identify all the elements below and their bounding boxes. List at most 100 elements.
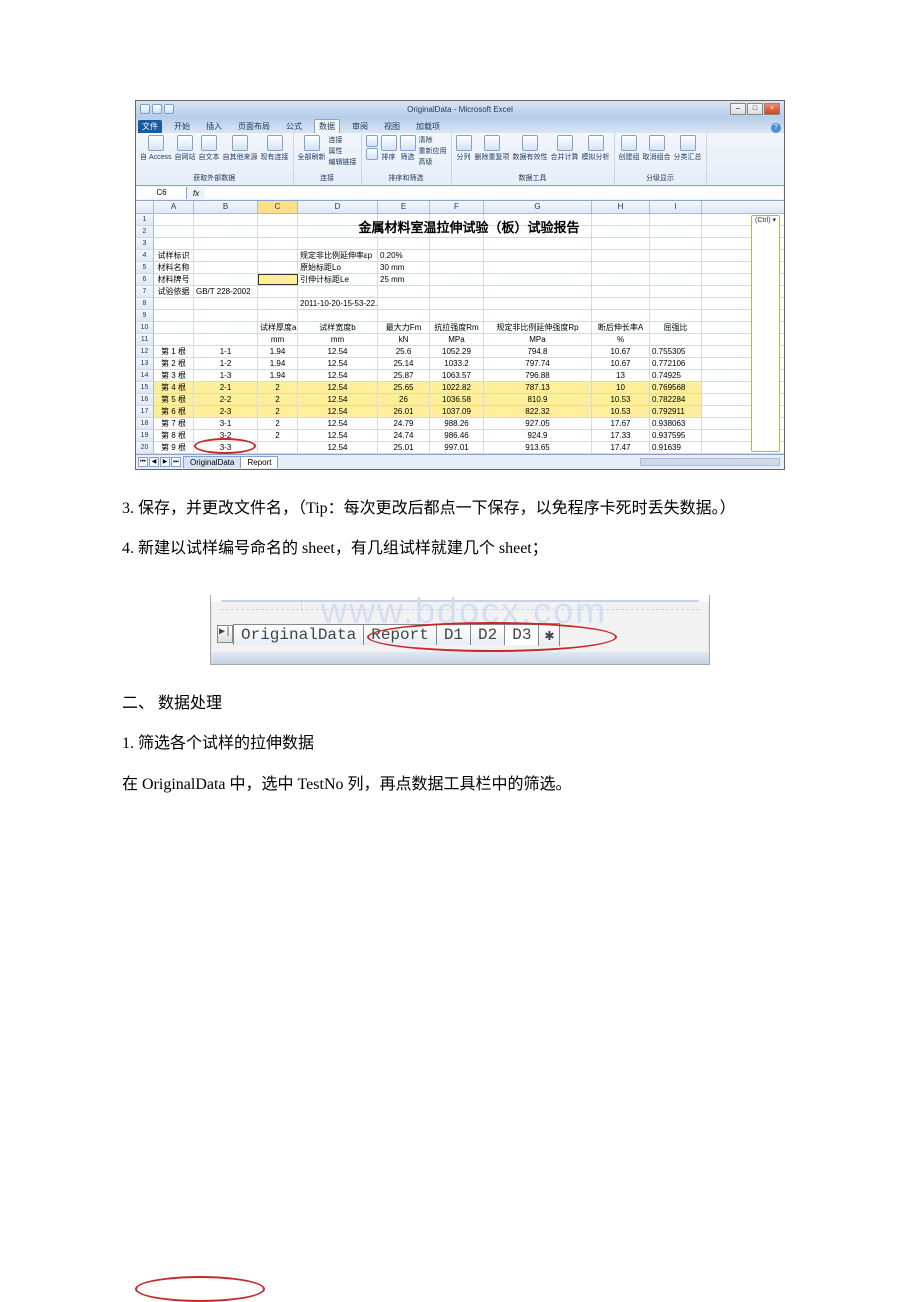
cell[interactable] <box>258 250 298 261</box>
cell[interactable]: 24.74 <box>378 430 430 441</box>
cell[interactable]: 1.94 <box>258 346 298 357</box>
whatif-button[interactable]: 模拟分析 <box>582 135 610 162</box>
cell[interactable]: 屈强比 <box>650 322 702 333</box>
reapply-link[interactable]: 重新应用 <box>419 146 447 156</box>
cell[interactable]: 25.65 <box>378 382 430 393</box>
clear-link[interactable]: 清除 <box>419 135 447 145</box>
tab-file[interactable]: 文件 <box>138 120 162 133</box>
cell[interactable]: 12.54 <box>298 346 378 357</box>
cell[interactable]: 第 2 根 <box>154 358 194 369</box>
cell[interactable]: 2-3 <box>194 406 258 417</box>
row-header[interactable]: 20 <box>136 442 154 454</box>
cell[interactable]: 12.54 <box>298 370 378 381</box>
cell[interactable]: 794.8 <box>484 346 592 357</box>
cell[interactable]: 17.47 <box>592 442 650 453</box>
cell[interactable]: 796.88 <box>484 370 592 381</box>
minimize-button[interactable]: – <box>730 103 746 115</box>
formula-input[interactable] <box>205 187 783 199</box>
cell[interactable] <box>258 274 298 285</box>
edit-links-link[interactable]: 编辑链接 <box>329 157 357 167</box>
row-header[interactable]: 14 <box>136 370 154 382</box>
cell[interactable]: 0.937595 <box>650 430 702 441</box>
cell[interactable]: 2-1 <box>194 382 258 393</box>
cell[interactable] <box>378 310 430 321</box>
sort-button[interactable]: 排序 <box>381 135 397 162</box>
cell[interactable]: 2011-10-20-15-53-22.mdb <box>298 298 378 309</box>
cell[interactable]: 25.01 <box>378 442 430 453</box>
cell[interactable]: 第 3 根 <box>154 370 194 381</box>
cell[interactable]: 1-2 <box>194 358 258 369</box>
tab-addins[interactable]: 加载项 <box>412 120 444 133</box>
from-text-button[interactable]: 自文本 <box>199 135 220 162</box>
col-header[interactable]: G <box>484 201 592 213</box>
cell[interactable] <box>194 274 258 285</box>
cell[interactable]: 10.67 <box>592 358 650 369</box>
cell[interactable]: 25.6 <box>378 346 430 357</box>
cell[interactable]: mm <box>258 334 298 345</box>
cell[interactable]: 1033.2 <box>430 358 484 369</box>
row-header[interactable]: 5 <box>136 262 154 274</box>
cell[interactable]: 25.87 <box>378 370 430 381</box>
qat-redo-icon[interactable] <box>164 104 174 114</box>
cell[interactable]: 12.54 <box>298 430 378 441</box>
cell[interactable]: 2 <box>258 430 298 441</box>
cell[interactable]: 12.54 <box>298 406 378 417</box>
cell[interactable]: 3-2 <box>194 430 258 441</box>
props-link[interactable]: 属性 <box>329 146 357 156</box>
cell[interactable]: 原始标距Lo <box>298 262 378 273</box>
row-header[interactable]: 4 <box>136 250 154 262</box>
from-access-button[interactable]: 自 Access <box>140 135 172 162</box>
cell[interactable]: 24.79 <box>378 418 430 429</box>
cell[interactable] <box>430 274 484 285</box>
cell[interactable]: 1.94 <box>258 370 298 381</box>
cell[interactable] <box>592 286 650 297</box>
cell[interactable]: 第 6 根 <box>154 406 194 417</box>
cell[interactable]: % <box>592 334 650 345</box>
cell[interactable]: 0.769568 <box>650 382 702 393</box>
group-button[interactable]: 创建组 <box>619 135 640 162</box>
cell[interactable] <box>194 310 258 321</box>
cell[interactable]: 0.772106 <box>650 358 702 369</box>
cell[interactable] <box>194 298 258 309</box>
tab-formulas[interactable]: 公式 <box>282 120 306 133</box>
cell[interactable] <box>484 274 592 285</box>
row-header[interactable]: 9 <box>136 310 154 322</box>
remove-dup-button[interactable]: 删除重复项 <box>475 135 510 162</box>
ungroup-button[interactable]: 取消组合 <box>643 135 671 162</box>
cell[interactable] <box>430 310 484 321</box>
cell[interactable] <box>650 262 702 273</box>
tab-first-icon[interactable]: ⏮ <box>138 457 148 467</box>
help-icon[interactable]: ? <box>771 123 781 133</box>
cell[interactable] <box>484 250 592 261</box>
cell[interactable]: 26.01 <box>378 406 430 417</box>
cell[interactable] <box>194 250 258 261</box>
cell[interactable]: 12.54 <box>298 358 378 369</box>
text2col-button[interactable]: 分列 <box>456 135 472 162</box>
cell[interactable] <box>258 442 298 453</box>
cell[interactable] <box>258 262 298 273</box>
cell[interactable] <box>484 298 592 309</box>
cell[interactable] <box>258 286 298 297</box>
cell[interactable]: 787.13 <box>484 382 592 393</box>
cell[interactable]: 试样标识 <box>154 250 194 261</box>
row-header[interactable]: 7 <box>136 286 154 298</box>
tab-data[interactable]: 数据 <box>314 119 340 133</box>
cell[interactable]: 822.32 <box>484 406 592 417</box>
cell[interactable] <box>650 334 702 345</box>
cell[interactable]: 2-2 <box>194 394 258 405</box>
cell[interactable] <box>592 238 650 249</box>
cell[interactable] <box>650 250 702 261</box>
tab-view[interactable]: 视图 <box>380 120 404 133</box>
cell[interactable] <box>258 310 298 321</box>
advanced-link[interactable]: 高级 <box>419 157 447 167</box>
cell[interactable]: 0.938063 <box>650 418 702 429</box>
cell[interactable]: 0.755305 <box>650 346 702 357</box>
qat-undo-icon[interactable] <box>152 104 162 114</box>
row-header[interactable]: 11 <box>136 334 154 346</box>
filter-button[interactable]: 筛选 <box>400 135 416 162</box>
col-header[interactable]: E <box>378 201 430 213</box>
cell[interactable]: 30 mm <box>378 262 430 273</box>
from-other-button[interactable]: 自其他来源 <box>223 135 258 162</box>
cell[interactable]: 第 9 根 <box>154 442 194 453</box>
cell[interactable]: 986.46 <box>430 430 484 441</box>
